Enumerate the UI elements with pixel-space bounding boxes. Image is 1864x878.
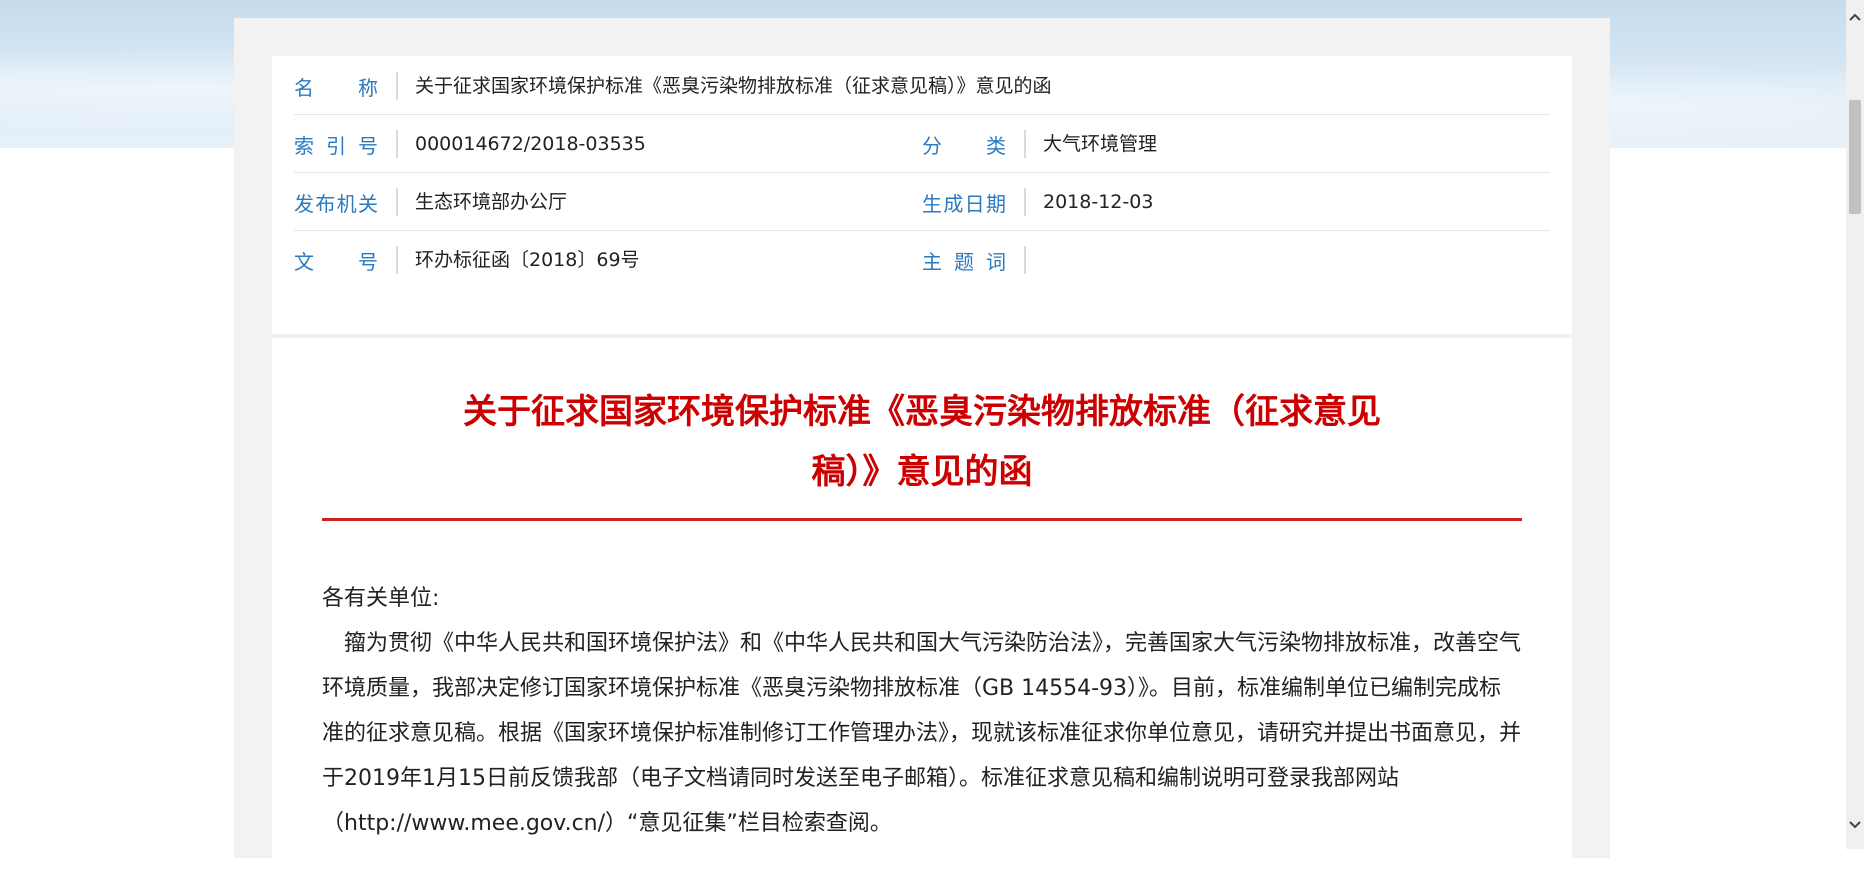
meta-label-text: 主题词 xyxy=(922,250,1006,274)
meta-cell: 文号 环办标征函〔2018〕69号 xyxy=(294,230,922,288)
meta-label-text: 文号 xyxy=(294,250,378,274)
meta-separator xyxy=(396,188,398,216)
salutation: 各有关单位: xyxy=(322,586,440,611)
metadata-panel: 名称 关于征求国家环境保护标准《恶臭污染物排放标准（征求意见稿）》意见的函 索引… xyxy=(272,56,1572,334)
meta-value-date: 2018-12-03 xyxy=(1043,191,1154,213)
vertical-scrollbar[interactable] xyxy=(1846,0,1864,849)
meta-row-index: 索引号 000014672/2018-03535 分类 大气环境管理 xyxy=(294,114,1550,173)
meta-separator xyxy=(396,72,398,100)
document-title-line: 稿）》意见的函 xyxy=(811,452,1033,492)
title-divider xyxy=(322,518,1522,521)
meta-label: 生成日期 xyxy=(922,190,1006,218)
meta-label: 文号 xyxy=(294,248,378,276)
chevron-down-icon[interactable] xyxy=(1846,816,1864,834)
meta-label: 发布机关 xyxy=(294,190,378,218)
body-paragraph: 籀为贯彻《中华人民共和国环境保护法》和《中华人民共和国大气污染防治法》，完善国家… xyxy=(322,631,1522,836)
document-title-line: 关于征求国家环境保护标准《恶臭污染物排放标准（征求意见 xyxy=(463,392,1381,432)
meta-separator xyxy=(1024,130,1026,158)
meta-separator xyxy=(396,246,398,274)
document-panel: 关于征求国家环境保护标准《恶臭污染物排放标准（征求意见 稿）》意见的函 各有关单… xyxy=(272,338,1572,878)
meta-cell: 索引号 000014672/2018-03535 xyxy=(294,114,922,172)
document-body: 各有关单位: 籀为贯彻《中华人民共和国环境保护法》和《中华人民共和国大气污染防治… xyxy=(322,576,1522,846)
chevron-up-icon[interactable] xyxy=(1846,8,1864,26)
meta-label: 主题词 xyxy=(922,248,1006,276)
meta-label: 分类 xyxy=(922,132,1006,160)
meta-row-name: 名称 关于征求国家环境保护标准《恶臭污染物排放标准（征求意见稿）》意见的函 xyxy=(294,56,1550,115)
meta-label: 名称 xyxy=(294,74,378,102)
meta-label: 索引号 xyxy=(294,132,378,160)
meta-value-doc-number: 环办标征函〔2018〕69号 xyxy=(415,249,640,271)
meta-label-text: 分类 xyxy=(922,134,1006,158)
meta-label-text: 生成日期 xyxy=(922,192,1006,216)
meta-cell: 名称 关于征求国家环境保护标准《恶臭污染物排放标准（征求意见稿）》意见的函 xyxy=(294,56,1550,114)
scrollbar-thumb[interactable] xyxy=(1849,100,1861,214)
meta-separator xyxy=(1024,246,1026,274)
meta-separator xyxy=(1024,188,1026,216)
meta-cell: 生成日期 2018-12-03 xyxy=(922,172,1550,230)
page-container: 名称 关于征求国家环境保护标准《恶臭污染物排放标准（征求意见稿）》意见的函 索引… xyxy=(234,18,1610,878)
meta-value-index-number: 000014672/2018-03535 xyxy=(415,133,646,155)
meta-value-title: 关于征求国家环境保护标准《恶臭污染物排放标准（征求意见稿）》意见的函 xyxy=(415,75,1052,97)
meta-cell: 主题词 xyxy=(922,230,1550,288)
meta-row-docnumber: 文号 环办标征函〔2018〕69号 主题词 xyxy=(294,230,1550,288)
meta-row-issuer: 发布机关 生态环境部办公厅 生成日期 2018-12-03 xyxy=(294,172,1550,231)
meta-label-text: 索引号 xyxy=(294,134,378,158)
meta-separator xyxy=(396,130,398,158)
meta-label-text: 名称 xyxy=(294,76,378,100)
meta-cell: 发布机关 生态环境部办公厅 xyxy=(294,172,922,230)
meta-label-text: 发布机关 xyxy=(294,192,378,216)
document-title: 关于征求国家环境保护标准《恶臭污染物排放标准（征求意见 稿）》意见的函 xyxy=(422,382,1422,502)
meta-value-category: 大气环境管理 xyxy=(1043,133,1158,155)
meta-value-issuer: 生态环境部办公厅 xyxy=(415,191,568,213)
meta-cell: 分类 大气环境管理 xyxy=(922,114,1550,172)
